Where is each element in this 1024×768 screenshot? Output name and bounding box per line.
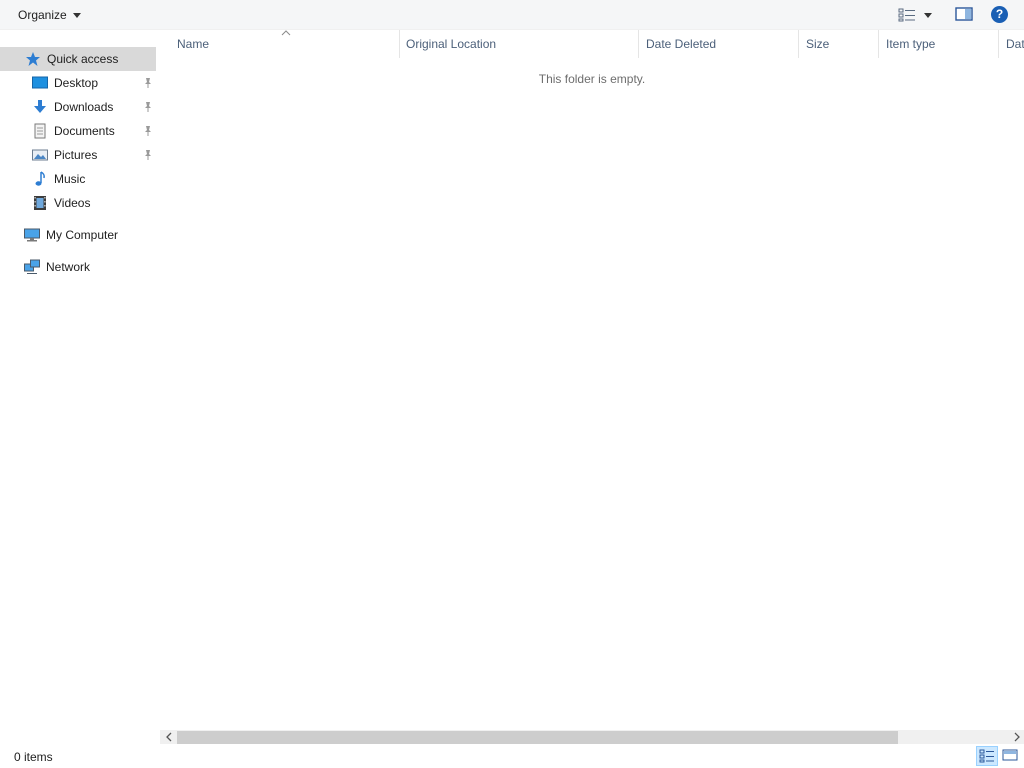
- horizontal-scrollbar[interactable]: [160, 730, 1024, 744]
- change-view-button[interactable]: [898, 6, 938, 24]
- large-icons-view-icon: [1002, 749, 1018, 761]
- nav-item-label: Downloads: [54, 100, 114, 114]
- help-button[interactable]: ?: [991, 6, 1009, 24]
- pin-icon[interactable]: [143, 125, 153, 137]
- nav-item-music[interactable]: Music: [0, 167, 157, 191]
- nav-item-label: Music: [54, 172, 86, 186]
- videos-icon: [34, 196, 46, 210]
- empty-folder-message: This folder is empty.: [538, 72, 646, 86]
- music-icon: [35, 171, 45, 186]
- scroll-left-arrow-icon[interactable]: [162, 730, 176, 744]
- nav-item-my-computer[interactable]: My Computer: [0, 223, 157, 247]
- nav-item-label: Network: [46, 260, 91, 274]
- status-bar: 0 items: [0, 744, 1024, 768]
- column-header-name[interactable]: Name: [170, 30, 400, 58]
- pin-icon[interactable]: [143, 149, 153, 161]
- file-list-view[interactable]: Name Original Location Date Deleted Size…: [160, 30, 1024, 730]
- nav-item-videos[interactable]: Videos: [0, 191, 157, 215]
- column-header-date[interactable]: Dat: [999, 30, 1024, 58]
- nav-item-label: Documents: [54, 124, 115, 138]
- nav-item-label: Quick access: [47, 52, 119, 66]
- nav-item-label: Pictures: [54, 148, 98, 162]
- view-dropdown-chevron-icon[interactable]: [924, 12, 932, 18]
- view-options-icon: [898, 8, 915, 22]
- nav-item-documents[interactable]: Documents: [0, 119, 157, 143]
- item-count: 0 items: [14, 750, 53, 764]
- scroll-right-arrow-icon[interactable]: [1010, 730, 1024, 744]
- nav-item-downloads[interactable]: Downloads: [0, 95, 157, 119]
- downloads-icon: [34, 100, 46, 113]
- organize-label: Organize: [18, 8, 67, 22]
- column-header-size[interactable]: Size: [799, 30, 879, 58]
- desktop-icon: [32, 76, 48, 89]
- help-icon: ?: [991, 6, 1008, 23]
- organize-button[interactable]: Organize: [12, 4, 87, 26]
- column-header-item-type[interactable]: Item type: [879, 30, 999, 58]
- column-header-date-deleted[interactable]: Date Deleted: [639, 30, 799, 58]
- nav-item-label: Desktop: [54, 76, 99, 90]
- star-icon: [26, 52, 40, 66]
- details-view-icon: [979, 749, 994, 763]
- documents-icon: [34, 123, 46, 139]
- computer-icon: [24, 228, 40, 242]
- pictures-icon: [32, 149, 48, 161]
- nav-item-label: Videos: [54, 196, 91, 210]
- scrollbar-thumb[interactable]: [177, 731, 898, 744]
- nav-item-network[interactable]: Network: [0, 255, 157, 279]
- column-header-original-location[interactable]: Original Location: [399, 30, 639, 58]
- details-view-button[interactable]: [976, 746, 998, 766]
- network-icon: [24, 259, 40, 274]
- pin-icon[interactable]: [143, 101, 153, 113]
- navigation-pane: Quick access Desktop Downloads Documents…: [0, 30, 157, 742]
- pin-icon[interactable]: [143, 77, 153, 89]
- nav-item-quick-access[interactable]: Quick access: [0, 47, 156, 71]
- nav-item-desktop[interactable]: Desktop: [0, 71, 157, 95]
- command-bar: Organize ?: [0, 0, 1024, 30]
- chevron-down-icon: [72, 12, 81, 18]
- large-icons-view-button[interactable]: [1000, 746, 1022, 766]
- preview-pane-button[interactable]: [955, 6, 975, 24]
- preview-pane-icon: [955, 7, 973, 21]
- nav-item-label: My Computer: [46, 228, 119, 242]
- nav-item-pictures[interactable]: Pictures: [0, 143, 157, 167]
